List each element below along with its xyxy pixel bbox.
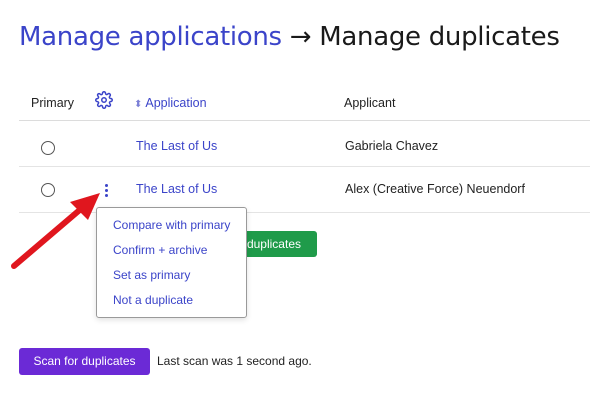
column-header-application-label: Application bbox=[145, 96, 207, 110]
primary-radio[interactable] bbox=[41, 183, 55, 197]
table-row: The Last of Us Gabriela Chavez bbox=[19, 121, 590, 167]
column-header-application[interactable]: ⬍ Application bbox=[134, 96, 207, 110]
breadcrumb-manage-applications[interactable]: Manage applications bbox=[19, 22, 282, 52]
applicant-name: Alex (Creative Force) Neuendorf bbox=[345, 182, 525, 196]
menu-item-not-a-duplicate[interactable]: Not a duplicate bbox=[97, 292, 246, 317]
row-context-menu: Compare with primary Confirm + archive S… bbox=[96, 207, 247, 318]
kebab-menu-icon[interactable] bbox=[102, 184, 110, 200]
duplicates-table: Primary ⬍ Application Applicant The Last … bbox=[19, 86, 590, 213]
column-header-applicant: Applicant bbox=[344, 96, 396, 110]
menu-item-compare-with-primary[interactable]: Compare with primary bbox=[97, 217, 246, 242]
applicant-name: Gabriela Chavez bbox=[345, 139, 439, 153]
scan-for-duplicates-button[interactable]: Scan for duplicates bbox=[19, 348, 150, 375]
primary-radio[interactable] bbox=[41, 141, 55, 155]
table-header: Primary ⬍ Application Applicant bbox=[19, 86, 590, 121]
breadcrumb-separator: → bbox=[289, 22, 312, 52]
application-link[interactable]: The Last of Us bbox=[136, 139, 217, 153]
gear-icon[interactable] bbox=[95, 91, 113, 109]
menu-item-set-as-primary[interactable]: Set as primary bbox=[97, 267, 246, 292]
page-title: Manage applications → Manage duplicates bbox=[19, 20, 560, 54]
application-link[interactable]: The Last of Us bbox=[136, 182, 217, 196]
sort-icon: ⬍ bbox=[134, 99, 143, 110]
last-scan-status: Last scan was 1 second ago. bbox=[157, 354, 312, 368]
menu-item-confirm-archive[interactable]: Confirm + archive bbox=[97, 242, 246, 267]
breadcrumb-current: Manage duplicates bbox=[319, 22, 560, 52]
column-header-primary: Primary bbox=[31, 96, 75, 110]
